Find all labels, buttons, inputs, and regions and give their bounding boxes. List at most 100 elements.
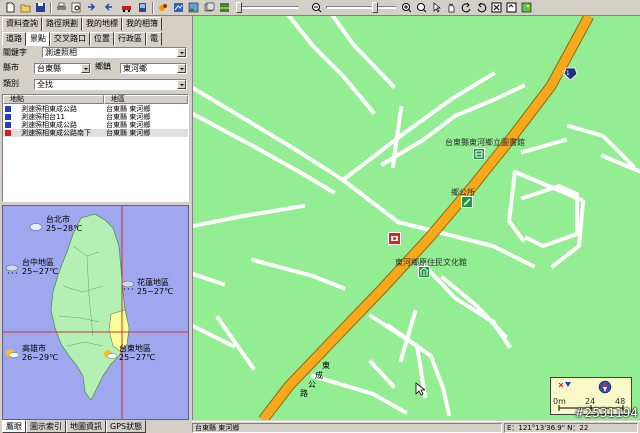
county-select[interactable]: 台東縣 <box>34 63 91 74</box>
print-icon[interactable] <box>55 1 68 14</box>
tab-map-info[interactable]: 地圖資訊 <box>66 420 106 433</box>
print-preview-icon[interactable] <box>70 1 83 14</box>
toolbar-separator <box>50 2 52 14</box>
weather-city-name: 高雄市 <box>22 344 46 353</box>
tab-phone[interactable]: 電 <box>146 32 162 46</box>
keyword-label: 關鍵字 <box>3 48 27 57</box>
tab-road[interactable]: 道路 <box>2 32 26 46</box>
speed-camera-icon[interactable] <box>388 232 401 245</box>
poi-library-label: 台東縣東河鄉立圖書館 <box>445 138 525 147</box>
road-name-char: 公 <box>308 380 316 389</box>
mouse-cursor-icon <box>415 382 425 396</box>
tab-route-planning[interactable]: 路徑規劃 <box>42 17 82 31</box>
list-item-selected[interactable]: 測速照相東成公路南下 台東縣 東河鄉 <box>3 129 188 137</box>
weather-map[interactable]: 台北市 25~28℃ 台中地區 25~27℃ 花蓮地區 25~27℃ 高雄市 2… <box>2 205 189 420</box>
status-coordinates: E：121°13'36.9" N：22 <box>504 423 638 433</box>
tab-location[interactable]: 位置 <box>90 32 114 46</box>
tab-icon-index[interactable]: 圖示索引 <box>26 420 66 433</box>
tab-district[interactable]: 行政區 <box>114 32 146 46</box>
pointer-icon[interactable] <box>430 1 443 14</box>
county-label: 縣市 <box>3 63 19 72</box>
speed-camera-icon <box>5 122 11 128</box>
weather-city-name: 台北市 <box>46 215 70 224</box>
government-office-icon[interactable] <box>461 196 473 208</box>
map-view[interactable]: 11 東 成 公 路 台東縣東河鄉立圖書館 鄉公所 東河鄉原住民文化館 0m 2… <box>192 16 640 420</box>
tab-data-query[interactable]: 資料查詢 <box>2 17 42 31</box>
fullscreen-icon[interactable] <box>505 1 518 14</box>
watermark-text: #2531194 <box>574 406 639 420</box>
weather-city-temp: 25~27℃ <box>22 267 59 276</box>
save-icon[interactable] <box>34 1 47 14</box>
north-arrow-icon <box>565 382 571 387</box>
import-icon[interactable] <box>86 1 99 14</box>
tab-my-landmarks[interactable]: 我的地標 <box>82 17 122 31</box>
picture-icon[interactable] <box>187 1 200 14</box>
speed-camera-icon <box>5 130 11 136</box>
category-select[interactable]: 全找 <box>34 79 187 90</box>
list-item[interactable]: 測速照相東成公路 台東縣 東河鄉 <box>3 121 188 129</box>
taiwan-map <box>3 206 188 419</box>
weather-city-name: 台東地區 <box>119 344 151 353</box>
chevron-down-icon[interactable] <box>81 64 90 73</box>
category-value: 全找 <box>37 80 53 89</box>
museum-icon[interactable] <box>418 266 430 278</box>
township-label: 鄉鎮 <box>95 62 111 71</box>
map-mode-icon[interactable] <box>218 1 231 14</box>
zoom-in-icon[interactable] <box>400 1 413 14</box>
layers-icon[interactable] <box>203 1 216 14</box>
weather-city-temp: 25~28℃ <box>46 224 83 233</box>
new-icon[interactable] <box>4 1 17 14</box>
column-header-place[interactable]: 地點 <box>3 95 104 104</box>
fit-icon[interactable] <box>490 1 503 14</box>
map-roads <box>193 16 640 420</box>
chevron-down-icon[interactable] <box>177 64 186 73</box>
road-name-char: 成 <box>315 371 323 380</box>
zoom-slider[interactable] <box>326 2 396 13</box>
scroll-slider[interactable] <box>236 2 298 13</box>
road-shield-number: 11 <box>562 70 570 77</box>
category-label: 類別 <box>3 79 19 88</box>
bottom-tabs: 鷹眼 圖示索引 地圖資訊 GPS狀態 <box>2 420 147 433</box>
library-icon[interactable] <box>473 148 485 160</box>
scale-label-24: 24 <box>585 397 596 406</box>
zoom-out-icon[interactable] <box>310 1 323 14</box>
township-select[interactable]: 東河鄉 <box>120 63 187 74</box>
speed-camera-icon <box>5 106 11 112</box>
weather-city-temp: 25~27℃ <box>119 353 156 362</box>
scale-label-0: 0m <box>553 397 566 406</box>
keyword-value: 測速照相 <box>45 48 77 57</box>
car-icon[interactable] <box>120 1 133 14</box>
results-list[interactable]: 地點 地區 測速照相東成公路 台東縣 東河鄉 測速照相台11 台東縣 東河鄉 測速照… <box>2 94 189 202</box>
list-item[interactable]: 測速照相台11 台東縣 東河鄉 <box>3 113 188 121</box>
rotate-right-icon[interactable] <box>475 1 488 14</box>
keyword-select[interactable]: 測速照相 <box>42 47 187 58</box>
tab-gps-status[interactable]: GPS狀態 <box>106 420 147 433</box>
results-header: 地點 地區 <box>3 95 188 104</box>
poi-culture-label: 東河鄉原住民文化館 <box>395 258 467 267</box>
column-header-area[interactable]: 地區 <box>104 95 188 104</box>
tab-attraction[interactable]: 景點 <box>26 32 50 46</box>
settings-icon[interactable] <box>172 1 185 14</box>
tab-eagle-eye[interactable]: 鷹眼 <box>2 420 26 433</box>
status-location: 台東縣 東河鄉 <box>192 423 502 433</box>
open-icon[interactable] <box>19 1 32 14</box>
export-icon[interactable] <box>101 1 114 14</box>
top-tabs: 資料查詢 路徑規劃 我的地標 我的相簿 <box>2 17 162 31</box>
weather-city-temp: 26~29℃ <box>22 353 59 362</box>
chevron-down-icon[interactable] <box>177 48 186 57</box>
tab-intersection[interactable]: 交叉路口 <box>50 32 90 46</box>
rotate-left-icon[interactable] <box>460 1 473 14</box>
sub-tabs: 道路 景點 交叉路口 位置 行政區 電 <box>2 32 162 46</box>
gps-icon[interactable] <box>136 1 149 14</box>
tab-my-album[interactable]: 我的相簿 <box>122 17 162 31</box>
toolbar <box>0 0 640 16</box>
route-icon[interactable] <box>157 1 170 14</box>
list-item[interactable]: 測速照相東成公路 台東縣 東河鄉 <box>3 105 188 113</box>
left-panel: 資料查詢 路徑規劃 我的地標 我的相簿 道路 景點 交叉路口 位置 行政區 電 … <box>0 16 191 433</box>
zoom-fit-icon[interactable] <box>415 1 428 14</box>
road-name-char: 路 <box>300 389 308 398</box>
rain-icon <box>121 280 135 290</box>
chevron-down-icon[interactable] <box>177 80 186 89</box>
image-icon[interactable] <box>520 1 533 14</box>
pan-icon[interactable] <box>445 1 458 14</box>
